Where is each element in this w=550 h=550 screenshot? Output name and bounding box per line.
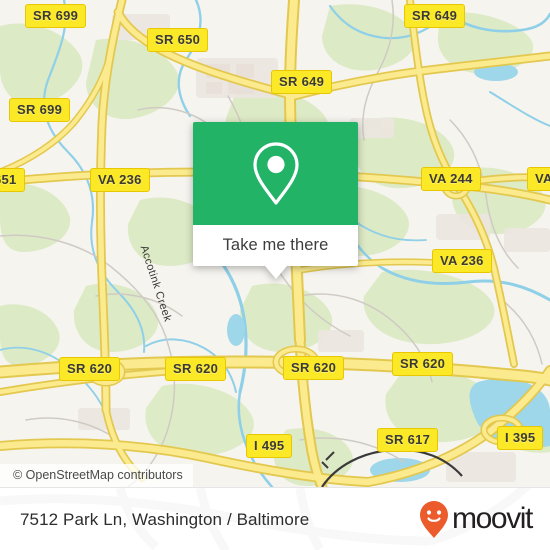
popup-header — [193, 122, 358, 225]
road-shield: SR 620 — [392, 352, 454, 376]
road-shield: 651 — [0, 168, 25, 192]
popup-cta-label: Take me there — [222, 236, 329, 254]
moovit-map-screenshot: SR 699 SR 650 SR 649 SR 699 SR 649 651 V… — [0, 0, 550, 550]
map-attribution[interactable]: © OpenStreetMap contributors — [0, 464, 193, 487]
popup-tail — [264, 266, 287, 279]
road-shield: I 395 — [497, 426, 544, 450]
moovit-logo[interactable]: moovit — [419, 500, 533, 540]
road-shield: SR 620 — [59, 357, 121, 381]
location-pin-icon — [252, 141, 299, 205]
road-shield: VA 2 — [527, 167, 550, 191]
road-shield: SR 617 — [377, 428, 439, 452]
road-shield: SR 649 — [404, 4, 466, 28]
road-shield: SR 620 — [283, 356, 345, 380]
road-shield: SR 649 — [271, 70, 333, 94]
road-shield: I 495 — [246, 434, 293, 458]
road-shield: VA 236 — [432, 249, 492, 273]
destination-popup-card[interactable]: Take me there — [193, 122, 358, 279]
footer-bar: 7512 Park Ln, Washington / Baltimore moo… — [0, 487, 550, 550]
road-shield: SR 699 — [9, 98, 71, 122]
road-shield: VA 244 — [421, 167, 481, 191]
map-canvas[interactable]: SR 699 SR 650 SR 649 SR 699 SR 649 651 V… — [0, 0, 550, 487]
road-shield: SR 620 — [165, 357, 227, 381]
address-label: 7512 Park Ln, Washington / Baltimore — [20, 509, 310, 529]
road-shield: VA 236 — [90, 168, 150, 192]
popup-cta[interactable]: Take me there — [193, 225, 358, 279]
road-shield: SR 650 — [147, 28, 209, 52]
moovit-smiley-pin-icon — [420, 500, 449, 538]
road-shield: SR 699 — [25, 4, 87, 28]
moovit-wordmark: moovit — [452, 501, 533, 535]
